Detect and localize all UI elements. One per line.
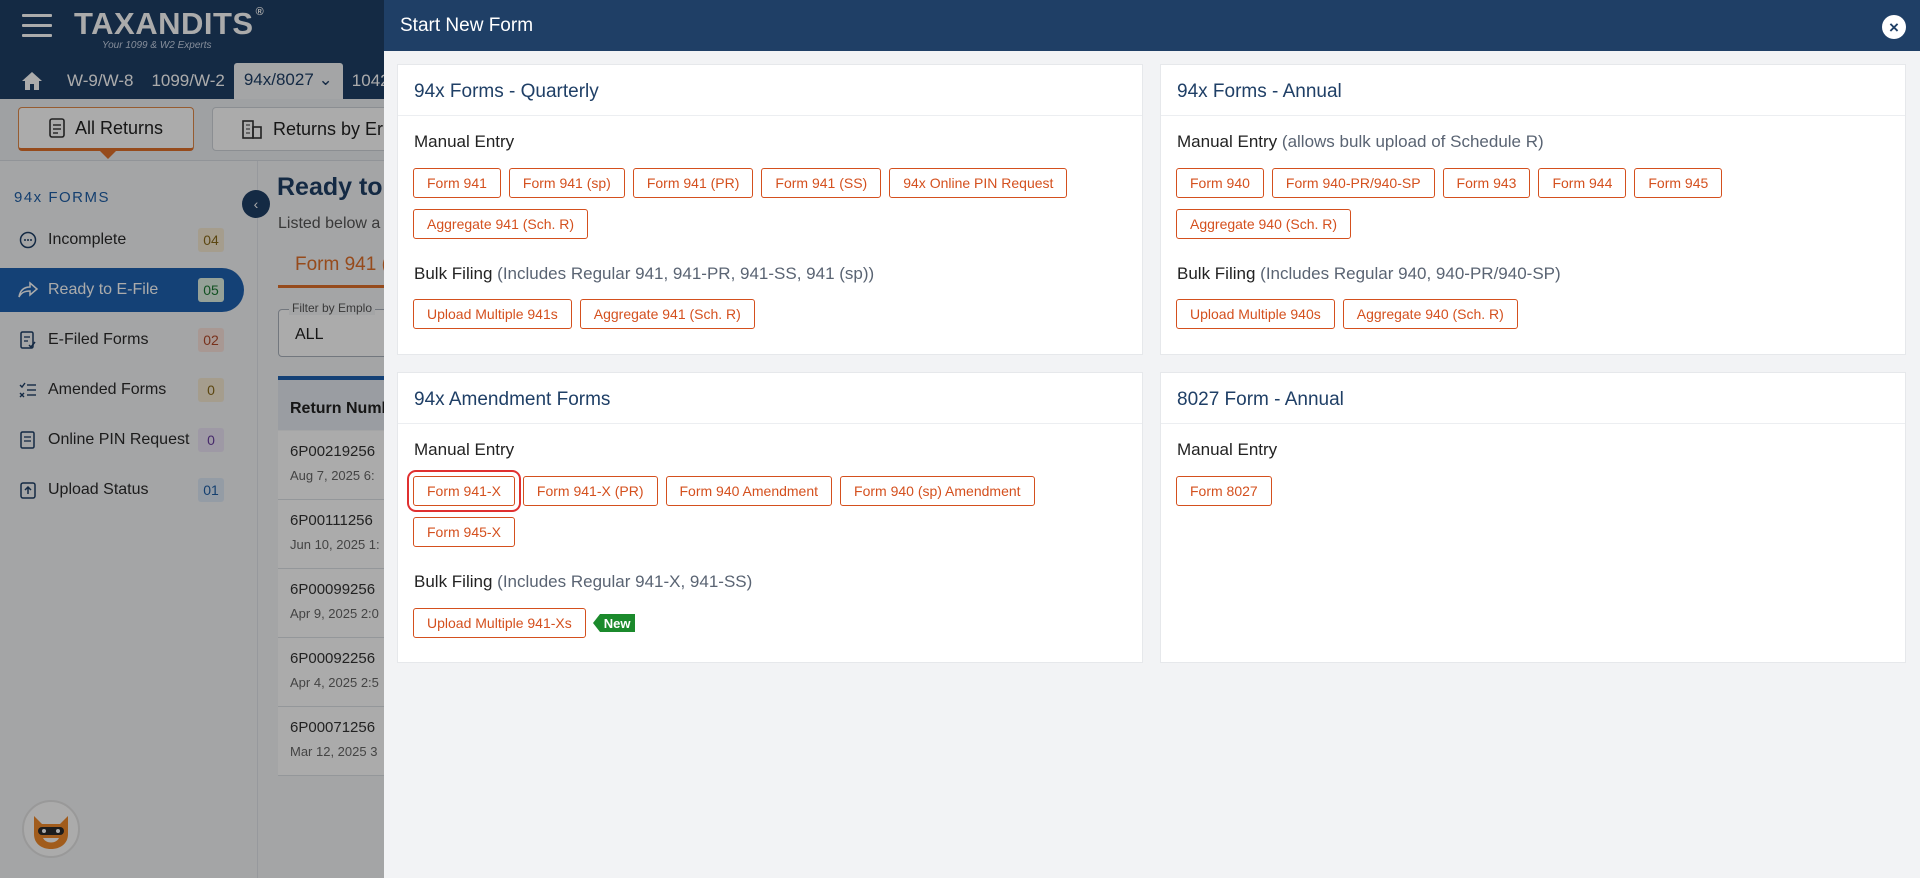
manual-entry-buttons: Form 940 Form 940-PR/940-SP Form 943 For…	[1176, 168, 1876, 239]
upload-multiple-940s-button[interactable]: Upload Multiple 940s	[1176, 299, 1335, 329]
bulk-filing-buttons: Upload Multiple 940s Aggregate 940 (Sch.…	[1176, 299, 1518, 329]
section-label-text: Manual Entry	[414, 132, 515, 151]
form-941-sp-button[interactable]: Form 941 (sp)	[508, 168, 625, 198]
form-940-button[interactable]: Form 940	[1176, 168, 1264, 198]
aggregate-941-bulk-button[interactable]: Aggregate 941 (Sch. R)	[579, 299, 755, 329]
card-8027-annual: 8027 Form - Annual Manual Entry Form 802…	[1160, 372, 1906, 663]
new-badge: New	[592, 614, 636, 632]
form-941-button[interactable]: Form 941	[413, 168, 501, 198]
form-941-ss-button[interactable]: Form 941 (SS)	[761, 168, 882, 198]
form-8027-button[interactable]: Form 8027	[1176, 476, 1272, 506]
form-940-pr-sp-button[interactable]: Form 940-PR/940-SP	[1271, 168, 1435, 198]
form-941-x-pr-button[interactable]: Form 941-X (PR)	[522, 476, 658, 506]
panel-header: Start New Form ×	[384, 0, 1920, 51]
form-941-pr-button[interactable]: Form 941 (PR)	[632, 168, 754, 198]
manual-entry-label: Manual Entry (allows bulk upload of Sche…	[1177, 132, 1544, 152]
upload-multiple-941s-button[interactable]: Upload Multiple 941s	[413, 299, 572, 329]
form-940-amendment-button[interactable]: Form 940 Amendment	[665, 476, 833, 506]
bulk-filing-buttons: Upload Multiple 941-Xs New	[413, 608, 636, 638]
section-label-text: Bulk Filing	[1177, 264, 1256, 283]
section-label-text: Manual Entry	[1177, 440, 1278, 459]
bulk-filing-label: Bulk Filing (Includes Regular 940, 940-P…	[1177, 264, 1561, 284]
form-941-x-button[interactable]: Form 941-X	[407, 470, 521, 512]
section-label-text: Bulk Filing	[414, 572, 493, 591]
section-label-text: Manual Entry	[1177, 132, 1278, 151]
card-title: 8027 Form - Annual	[1161, 373, 1905, 424]
manual-entry-label: Manual Entry	[414, 440, 514, 460]
bulk-filing-note: (Includes Regular 941, 941-PR, 941-SS, 9…	[497, 264, 875, 283]
section-label-text: Bulk Filing	[414, 264, 493, 283]
bulk-filing-note: (Includes Regular 941-X, 941-SS)	[497, 572, 753, 591]
card-94x-quarterly: 94x Forms - Quarterly Manual Entry Form …	[397, 64, 1143, 355]
form-940-sp-amendment-button[interactable]: Form 940 (sp) Amendment	[840, 476, 1035, 506]
card-94x-annual: 94x Forms - Annual Manual Entry (allows …	[1160, 64, 1906, 355]
form-945-button[interactable]: Form 945	[1634, 168, 1723, 198]
form-945-x-button[interactable]: Form 945-X	[413, 517, 515, 547]
start-new-form-panel: Start New Form × 94x Forms - Quarterly M…	[384, 0, 1920, 878]
bulk-filing-note: (Includes Regular 940, 940-PR/940-SP)	[1260, 264, 1561, 283]
manual-entry-label: Manual Entry	[414, 132, 514, 152]
online-pin-request-button[interactable]: 94x Online PIN Request	[889, 168, 1068, 198]
manual-entry-buttons: Form 941-X Form 941-X (PR) Form 940 Amen…	[407, 470, 1093, 547]
panel-title: Start New Form	[400, 14, 534, 36]
section-label-text: Manual Entry	[414, 440, 515, 459]
close-button[interactable]: ×	[1882, 15, 1906, 39]
aggregate-940-button[interactable]: Aggregate 940 (Sch. R)	[1176, 209, 1352, 239]
aggregate-941-button[interactable]: Aggregate 941 (Sch. R)	[413, 209, 589, 239]
form-943-button[interactable]: Form 943	[1442, 168, 1531, 198]
bulk-filing-label: Bulk Filing (Includes Regular 941-X, 941…	[414, 572, 752, 592]
card-94x-amendment: 94x Amendment Forms Manual Entry Form 94…	[397, 372, 1143, 663]
card-title: 94x Forms - Quarterly	[398, 65, 1142, 116]
close-icon: ×	[1889, 17, 1899, 37]
manual-entry-buttons: Form 941 Form 941 (sp) Form 941 (PR) For…	[413, 168, 1113, 239]
manual-entry-note: (allows bulk upload of Schedule R)	[1281, 132, 1544, 151]
manual-entry-buttons: Form 8027	[1176, 476, 1272, 506]
upload-multiple-941-xs-button[interactable]: Upload Multiple 941-Xs	[413, 608, 586, 638]
modal-overlay[interactable]	[0, 0, 384, 878]
card-title: 94x Amendment Forms	[398, 373, 1142, 424]
form-944-button[interactable]: Form 944	[1538, 168, 1627, 198]
card-title: 94x Forms - Annual	[1161, 65, 1905, 116]
bulk-filing-label: Bulk Filing (Includes Regular 941, 941-P…	[414, 264, 874, 284]
aggregate-940-bulk-button[interactable]: Aggregate 940 (Sch. R)	[1342, 299, 1518, 329]
bulk-filing-buttons: Upload Multiple 941s Aggregate 941 (Sch.…	[413, 299, 755, 329]
manual-entry-label: Manual Entry	[1177, 440, 1277, 460]
